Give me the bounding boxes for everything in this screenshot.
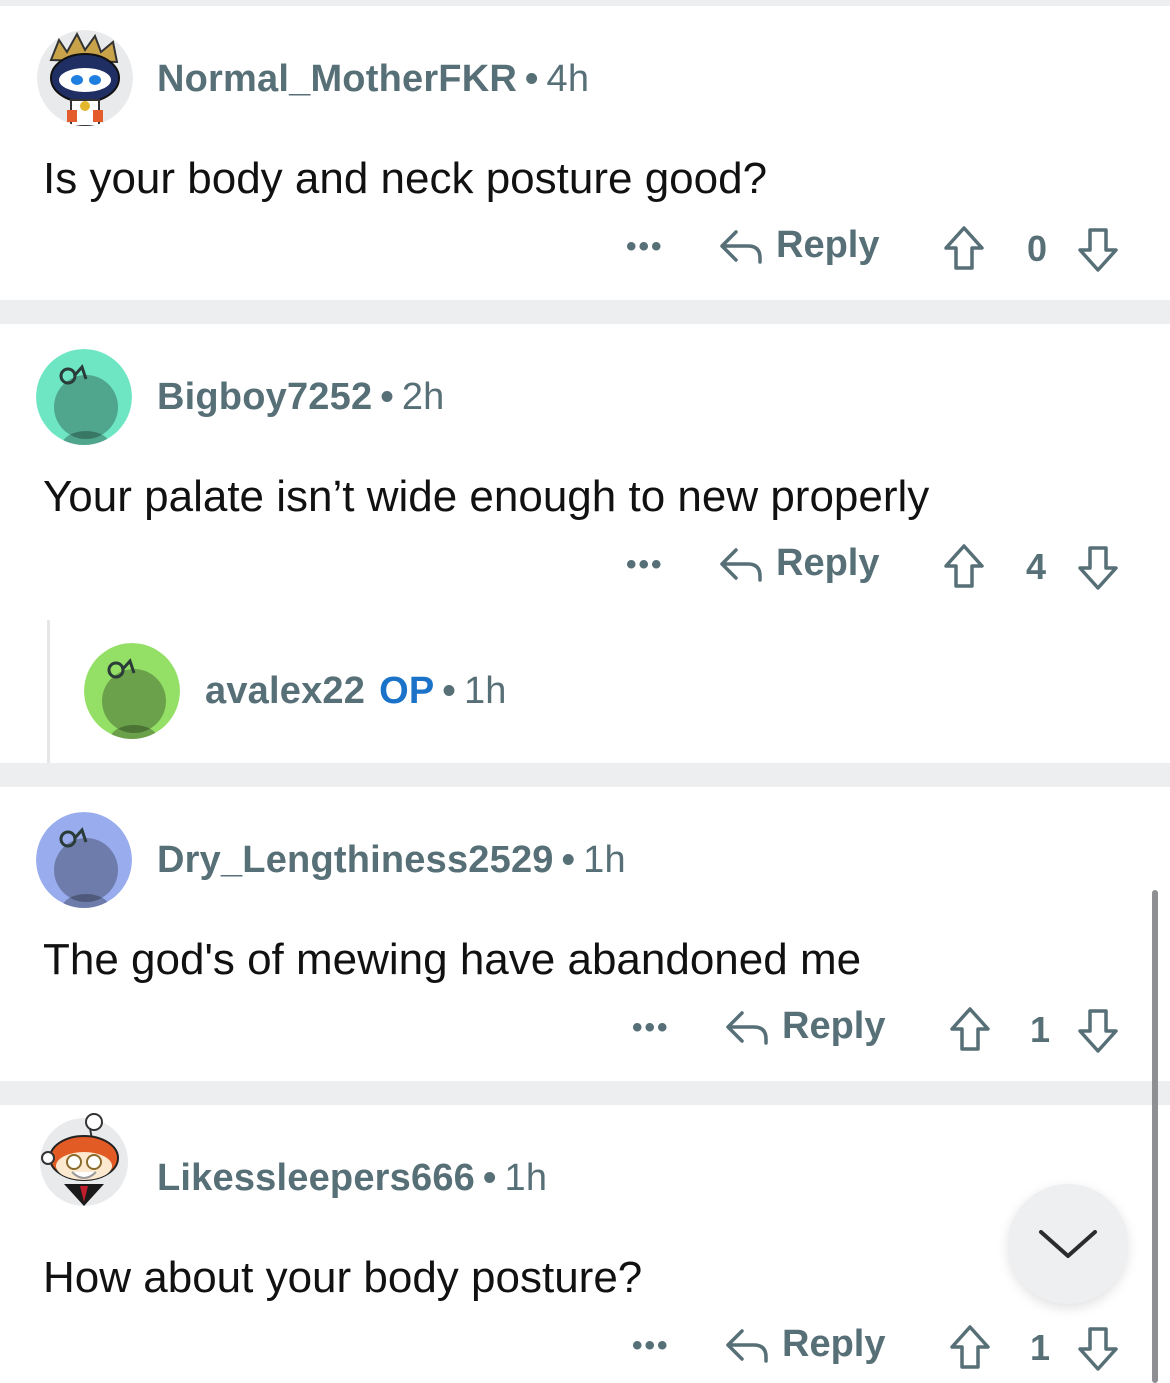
user-avatar[interactable] (36, 812, 132, 908)
more-options-button[interactable]: ••• (632, 1011, 670, 1045)
comment-separator (0, 300, 1170, 324)
user-avatar[interactable] (36, 349, 132, 445)
default-snoo-avatar-icon (84, 643, 180, 739)
vote-score: 0 (1026, 228, 1048, 269)
timestamp: 1h (504, 1157, 548, 1199)
user-avatar[interactable] (84, 643, 180, 739)
meta-separator: • (561, 839, 576, 881)
top-separator (0, 0, 1170, 6)
default-snoo-avatar-icon (36, 812, 132, 908)
reply-button[interactable]: Reply (718, 224, 879, 267)
comment-meta: Dry_Lengthiness2529 • 1h (157, 839, 626, 882)
timestamp: 1h (463, 670, 507, 712)
jump-to-next-comment-button[interactable] (1008, 1184, 1128, 1304)
downvote-icon[interactable] (1076, 1325, 1120, 1373)
reply-arrow-icon (720, 547, 762, 582)
chevron-down-icon (1039, 1230, 1097, 1258)
reply-label: Reply (776, 224, 880, 266)
comment-text: How about your body posture? (43, 1253, 643, 1302)
comment-separator (0, 1081, 1170, 1105)
username[interactable]: Dry_Lengthiness2529 (157, 839, 554, 881)
upvote-icon[interactable] (942, 542, 986, 590)
reply-button[interactable]: Reply (724, 1323, 885, 1366)
vote-score: 1 (1029, 1009, 1051, 1050)
reply-label: Reply (782, 1005, 886, 1047)
timestamp: 4h (546, 58, 590, 100)
op-badge: OP (379, 670, 435, 712)
downvote-icon[interactable] (1076, 226, 1120, 274)
scrollbar[interactable] (1152, 890, 1158, 1383)
meta-separator: • (442, 670, 456, 712)
upvote-icon[interactable] (942, 224, 986, 272)
thread-line[interactable] (47, 620, 50, 763)
custom-snoo-avatar-icon (37, 30, 133, 126)
upvote-icon[interactable] (948, 1005, 992, 1053)
meta-separator: • (380, 376, 394, 418)
custom-snoo-avatar-icon (40, 1113, 128, 1206)
reply-arrow-icon (726, 1328, 768, 1363)
comment-meta: Bigboy7252 • 2h (157, 376, 445, 419)
reply-label: Reply (776, 542, 880, 584)
more-options-button[interactable]: ••• (626, 548, 664, 582)
comment-separator (0, 763, 1170, 787)
reply-button[interactable]: Reply (718, 542, 879, 585)
more-options-button[interactable]: ••• (632, 1329, 670, 1363)
timestamp: 1h (583, 839, 626, 881)
username[interactable]: avalex22 (205, 670, 365, 712)
reply-arrow-icon (720, 229, 762, 264)
username[interactable]: Likessleepers666 (157, 1157, 475, 1199)
more-options-button[interactable]: ••• (626, 230, 664, 264)
comment-text: Your palate isn’t wide enough to new pro… (43, 472, 930, 521)
meta-separator: • (525, 58, 539, 100)
comment-text: The god's of mewing have abandoned me (43, 935, 862, 984)
comment-text: Is your body and neck posture good? (43, 154, 768, 203)
reply-arrow-icon (726, 1010, 768, 1045)
comment-meta: avalex22 OP • 1h (205, 670, 507, 713)
reply-button[interactable]: Reply (724, 1005, 885, 1048)
username[interactable]: Bigboy7252 (157, 376, 372, 418)
meta-separator: • (483, 1157, 497, 1199)
timestamp: 2h (401, 376, 445, 418)
vote-score: 1 (1029, 1327, 1051, 1368)
default-snoo-avatar-icon (36, 349, 132, 445)
user-avatar[interactable] (37, 30, 133, 126)
downvote-icon[interactable] (1076, 544, 1120, 592)
reply-label: Reply (782, 1323, 886, 1365)
downvote-icon[interactable] (1076, 1007, 1120, 1055)
vote-score: 4 (1025, 546, 1047, 587)
user-avatar[interactable] (36, 1110, 132, 1206)
comment-meta: Normal_MotherFKR • 4h (157, 58, 589, 101)
comment-meta: Likessleepers666 • 1h (157, 1157, 547, 1200)
username[interactable]: Normal_MotherFKR (157, 58, 517, 100)
upvote-icon[interactable] (948, 1323, 992, 1371)
